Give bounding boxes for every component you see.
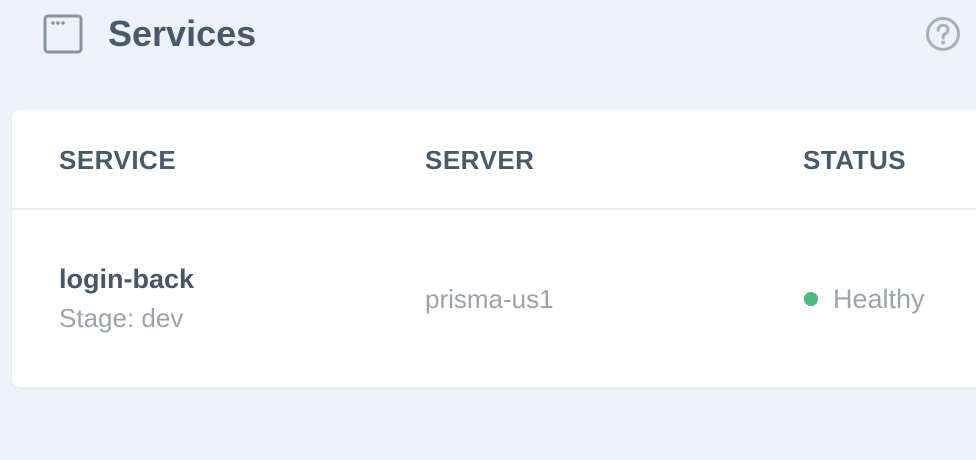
- page-title: Services: [108, 13, 257, 54]
- service-stage: Stage: dev: [59, 303, 184, 333]
- column-header-server: SERVER: [425, 145, 535, 175]
- column-header-status: STATUS: [803, 145, 907, 175]
- column-header-service: SERVICE: [59, 145, 177, 175]
- help-circle-icon[interactable]: [925, 16, 961, 52]
- page-header: Services: [0, 0, 976, 70]
- table-header: SERVICE SERVER STATUS: [12, 110, 976, 210]
- table-row[interactable]: login-back Stage: dev prisma-us1 Healthy: [12, 210, 976, 387]
- status-label: Healthy: [833, 284, 925, 314]
- browser-window-icon: [43, 14, 83, 54]
- server-name: prisma-us1: [425, 284, 554, 314]
- status-indicator-dot: [804, 292, 818, 306]
- service-name[interactable]: login-back: [59, 262, 194, 296]
- services-table-card: SERVICE SERVER STATUS login-back Stage: …: [12, 110, 976, 387]
